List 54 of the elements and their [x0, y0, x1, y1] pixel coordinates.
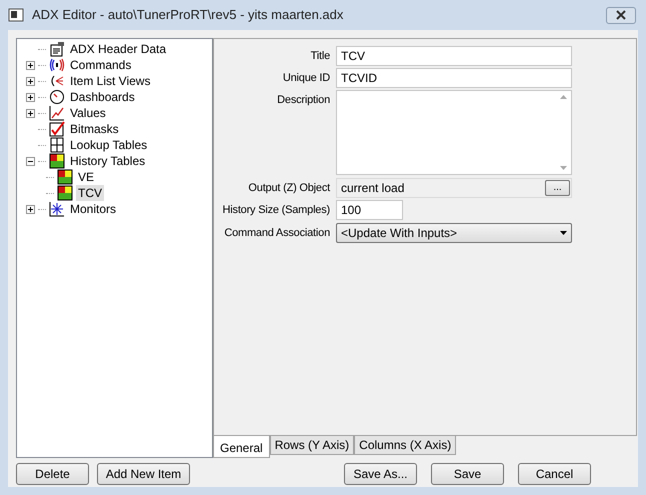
tree-item[interactable]: Bitmasks [68, 121, 121, 137]
field-label: Unique ID [282, 71, 330, 86]
app-icon [8, 7, 24, 23]
grid-icon [49, 137, 65, 153]
file-field[interactable]: current load ... [336, 178, 572, 198]
branching-lines-icon [49, 73, 65, 89]
dialog-button[interactable]: Delete [16, 463, 89, 485]
dropdown[interactable]: <Update With Inputs> [336, 223, 572, 243]
tree-item[interactable]: VE [76, 169, 96, 185]
expander-toggle[interactable] [26, 76, 35, 86]
dropdown-arrow-icon [560, 231, 567, 235]
colored-grid-icon [57, 169, 73, 185]
colored-grid-icon [49, 153, 65, 169]
colored-grid-icon [57, 185, 73, 201]
tree-item[interactable]: Dashboards [68, 89, 137, 105]
expander-toggle[interactable] [26, 204, 35, 214]
tree-item[interactable]: History Tables [68, 153, 148, 169]
signal-waves-icon [49, 57, 65, 73]
tree-item[interactable]: Monitors [68, 201, 118, 217]
tab[interactable]: General [213, 436, 270, 458]
close-button[interactable] [606, 6, 636, 24]
tree-item[interactable]: Commands [68, 57, 134, 73]
tab[interactable]: Columns (X Axis) [354, 436, 456, 455]
expander-toggle[interactable] [26, 60, 35, 70]
number-field[interactable]: 100 [336, 200, 403, 220]
tree-item[interactable]: TCV [76, 185, 104, 201]
tree-item[interactable]: Values [68, 105, 108, 121]
dialog-button[interactable]: Add New Item [97, 463, 190, 485]
window-title: ADX Editor - auto\TunerProRT\rev5 - yits maarten.adx [32, 6, 344, 24]
checkmark-icon [49, 121, 65, 137]
close-icon [615, 9, 627, 21]
tree-item[interactable]: Lookup Tables [68, 137, 150, 153]
dialog-button[interactable]: Save As... [344, 463, 417, 485]
expander-toggle[interactable] [26, 156, 35, 166]
dialog-button[interactable]: Save [431, 463, 504, 485]
expander-toggle[interactable] [26, 108, 35, 118]
document-icon [49, 41, 65, 57]
expander-toggle[interactable] [26, 92, 35, 102]
tree-item[interactable]: Item List Views [68, 73, 152, 89]
field-label: History Size (Samples) [222, 203, 330, 218]
field-label: Title [310, 49, 330, 64]
browse-button[interactable]: ... [545, 180, 570, 196]
star-burst-icon [49, 201, 65, 217]
text-field[interactable]: TCV [336, 46, 572, 66]
gauge-icon [49, 89, 65, 105]
object-value: current load [340, 180, 406, 197]
field-label: Description [276, 93, 330, 108]
tab[interactable]: Rows (Y Axis) [270, 436, 354, 455]
line-chart-icon [49, 105, 65, 121]
field-label: Command Association [223, 226, 330, 241]
tree-item[interactable]: ADX Header Data [68, 41, 168, 57]
dialog-button[interactable]: Cancel [518, 463, 591, 485]
text-field[interactable]: TCVID [336, 68, 572, 88]
field-label: Output (Z) Object [247, 181, 330, 196]
